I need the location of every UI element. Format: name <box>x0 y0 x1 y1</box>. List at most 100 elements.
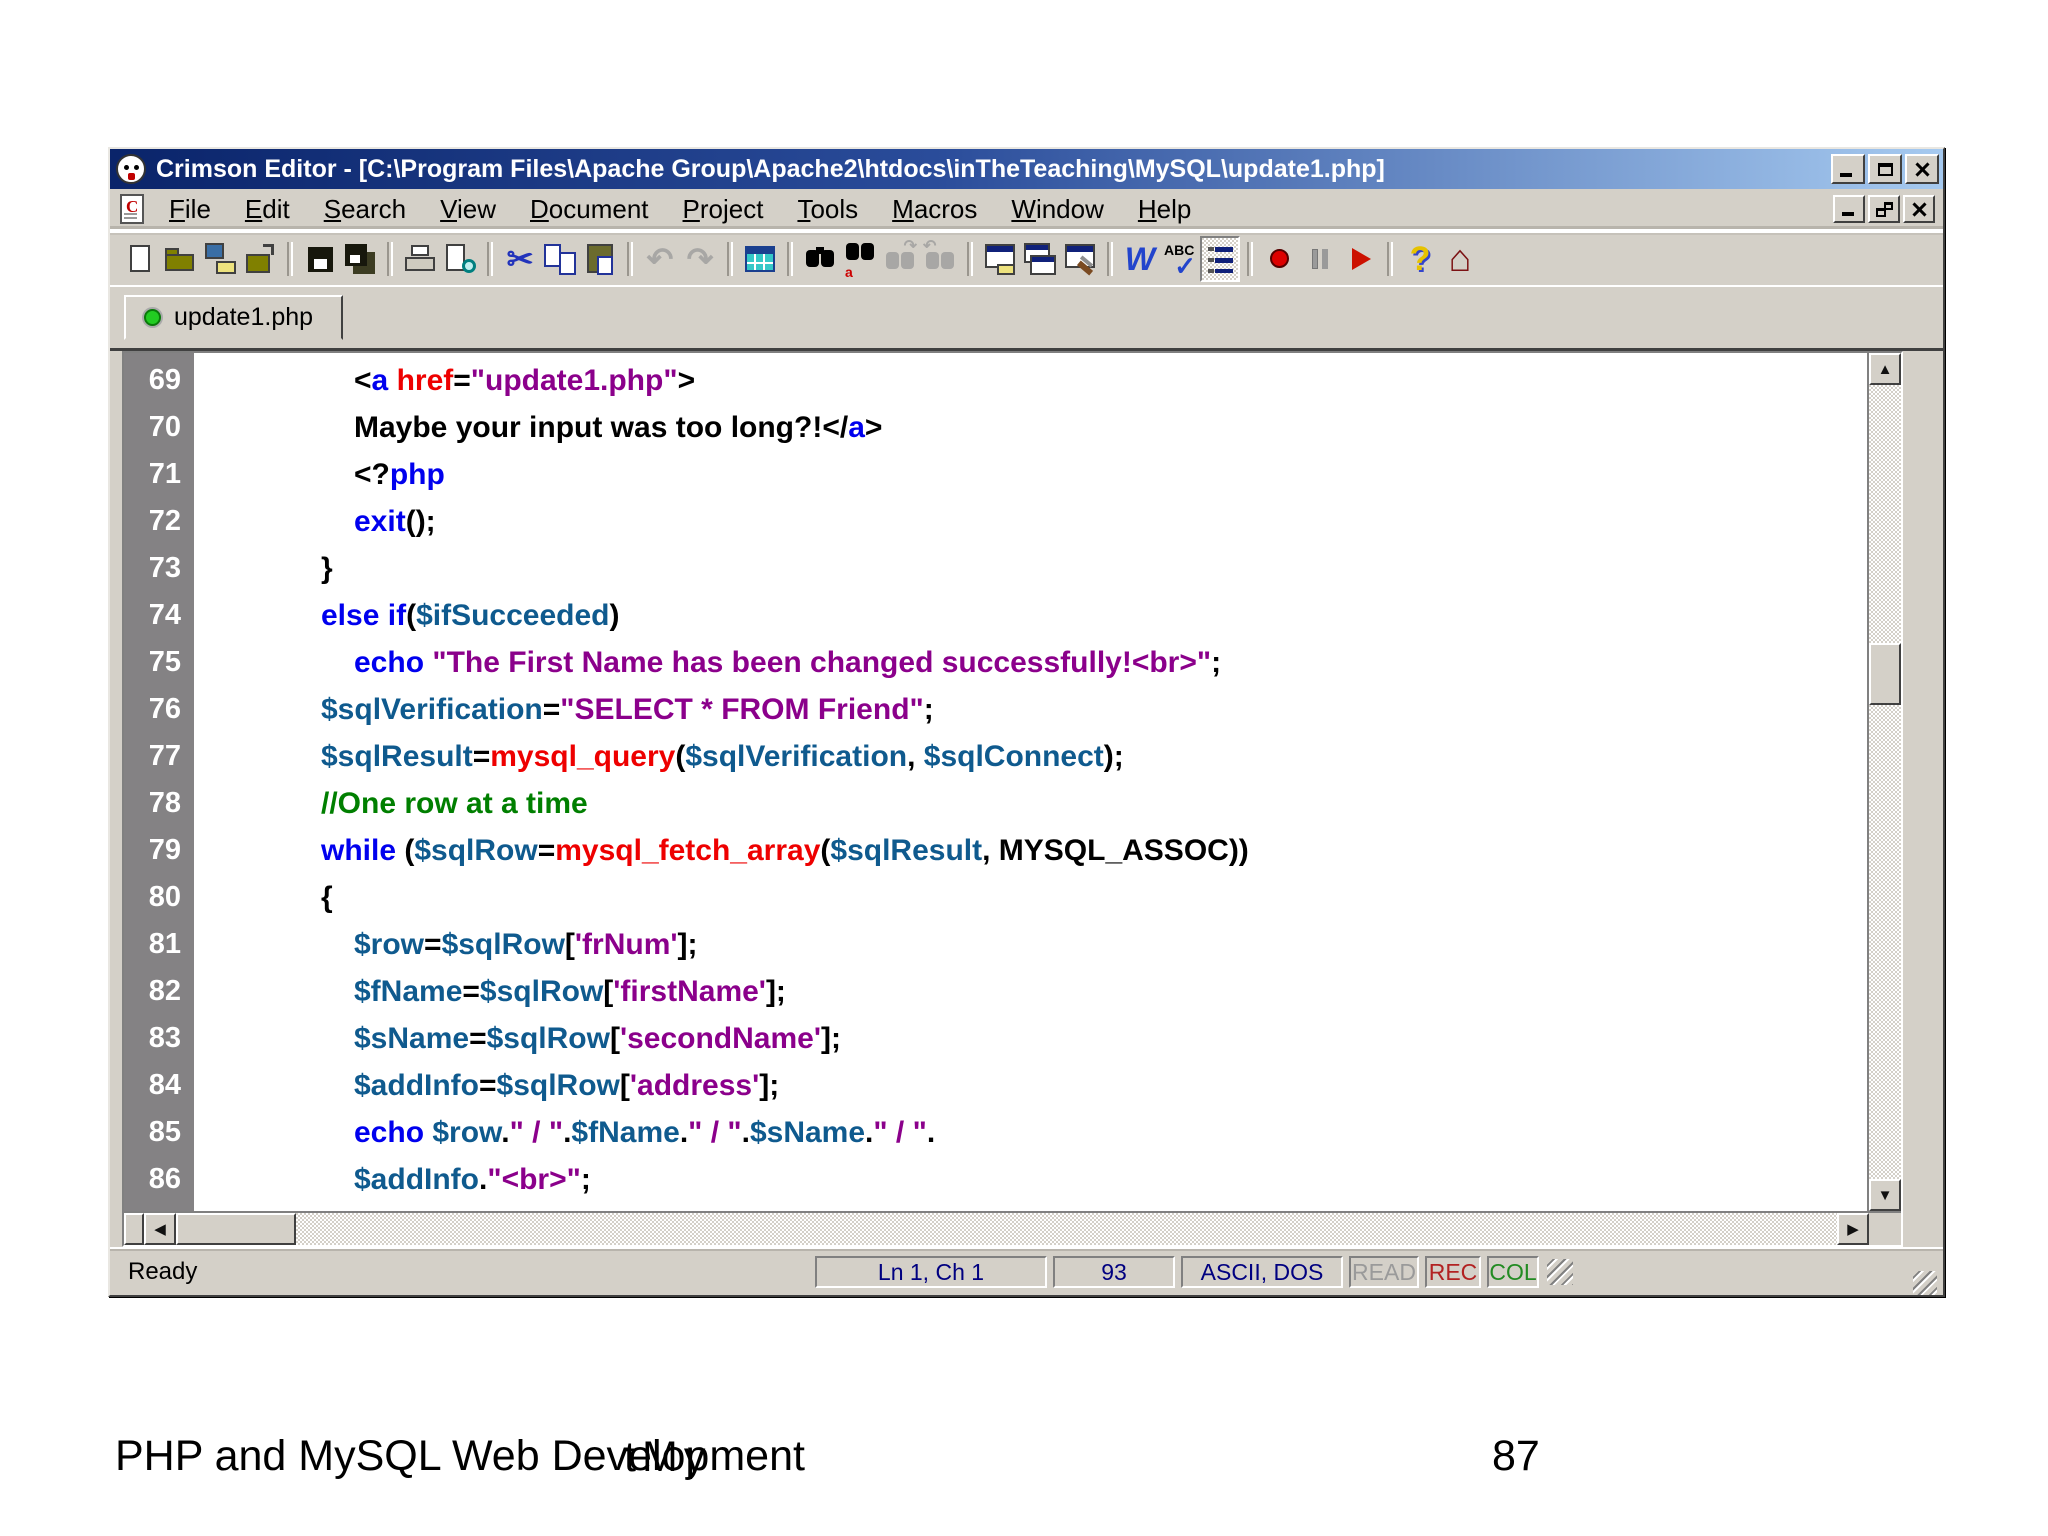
vertical-scroll-track[interactable] <box>1869 385 1901 1179</box>
code-line-74: 74 else if($ifSucceeded) <box>124 592 1867 639</box>
menu-window[interactable]: Window <box>994 192 1120 227</box>
code-text: else if($ifSucceeded) <box>194 599 619 633</box>
code-line-82: 82 $fName=$sqlRow['firstName']; <box>124 968 1867 1015</box>
status-bar: Ready Ln 1, Ch 1 93 ASCII, DOS READ REC COL <box>110 1247 1943 1295</box>
menu-edit[interactable]: Edit <box>228 192 307 227</box>
title-bar[interactable]: Crimson Editor - [C:\Program Files\Apach… <box>110 149 1943 189</box>
code-text: $addInfo=$sqlRow['address']; <box>194 1069 779 1103</box>
copy-button[interactable] <box>540 236 580 282</box>
code-text: $row=$sqlRow['frNum']; <box>194 928 698 962</box>
line-number: 86 <box>124 1163 194 1196</box>
line-number: 80 <box>124 881 194 914</box>
scroll-up-button[interactable]: ▲ <box>1869 353 1901 385</box>
menu-help[interactable]: Help <box>1121 192 1208 227</box>
minimize-button[interactable] <box>1831 154 1865 184</box>
line-number: 69 <box>124 364 194 397</box>
grid-button[interactable] <box>740 236 780 282</box>
scrollbar-corner <box>1869 1213 1901 1245</box>
minimize-icon <box>1840 173 1852 177</box>
find-prev-button[interactable] <box>920 236 960 282</box>
code-line-80: 80{ <box>124 874 1867 921</box>
tools-pane-button[interactable] <box>1060 236 1100 282</box>
toolbar-separator <box>1247 242 1253 276</box>
horizontal-scrollbar[interactable]: ◀ ▶ <box>124 1211 1901 1245</box>
line-numbers-button[interactable] <box>1200 236 1240 282</box>
splitter-box[interactable] <box>124 1213 144 1245</box>
modified-indicator-icon <box>144 309 161 326</box>
maximize-button[interactable] <box>1868 154 1902 184</box>
word-wrap-button[interactable]: W <box>1120 236 1160 282</box>
play-macro-button[interactable] <box>1340 236 1380 282</box>
record-macro-button[interactable] <box>1260 236 1300 282</box>
mdi-close-button[interactable] <box>1903 195 1935 223</box>
tab-update1-php[interactable]: update1.php <box>124 295 343 340</box>
code-text: <?php <box>194 458 445 492</box>
print-button[interactable] <box>400 236 440 282</box>
horizontal-scroll-thumb[interactable] <box>176 1213 296 1245</box>
resize-grip[interactable] <box>1547 1259 1573 1285</box>
corner-resize-grip[interactable] <box>1913 1271 1937 1295</box>
scroll-down-button[interactable]: ▼ <box>1869 1179 1901 1211</box>
toolbar-separator <box>627 242 633 276</box>
line-number: 85 <box>124 1116 194 1149</box>
mdi-restore-button[interactable] <box>1868 195 1900 223</box>
document-icon[interactable] <box>120 194 144 224</box>
maximize-icon <box>1878 163 1893 176</box>
status-panel-rec: REC <box>1425 1256 1481 1288</box>
horizontal-scroll-track[interactable] <box>296 1213 1837 1245</box>
help-button[interactable]: ? <box>1400 236 1440 282</box>
scroll-left-button[interactable]: ◀ <box>144 1213 176 1245</box>
print-icon <box>401 240 439 278</box>
line-number: 75 <box>124 646 194 679</box>
code-line-79: 79 while ($sqlRow=mysql_fetch_array($sqlR… <box>124 827 1867 874</box>
undo-icon: ↶ <box>641 240 679 278</box>
close-button[interactable] <box>1905 154 1939 184</box>
open-file-button[interactable] <box>160 236 200 282</box>
replace-button[interactable] <box>840 236 880 282</box>
line-number: 82 <box>124 975 194 1008</box>
paste-button[interactable] <box>580 236 620 282</box>
home-button[interactable]: ⌂ <box>1440 236 1480 282</box>
menu-project[interactable]: Project <box>666 192 781 227</box>
pause-macro-icon <box>1301 240 1339 278</box>
down-arrow-icon: ▼ <box>1878 1187 1893 1204</box>
vertical-scroll-thumb[interactable] <box>1869 643 1901 705</box>
line-number: 84 <box>124 1069 194 1102</box>
toolbar: ✂ ↶↷ W?⌂ <box>110 231 1943 285</box>
window-list-button[interactable] <box>1020 236 1060 282</box>
code-area[interactable]: 69 <a href="update1.php"> 70 Maybe your inp… <box>124 353 1867 1211</box>
undo-button[interactable]: ↶ <box>640 236 680 282</box>
toolbar-separator <box>967 242 973 276</box>
new-file-button[interactable] <box>120 236 160 282</box>
save-all-button[interactable] <box>340 236 380 282</box>
editor-area[interactable]: 69 <a href="update1.php"> 70 Maybe your inp… <box>122 351 1903 1247</box>
save-all-icon <box>341 240 379 278</box>
open-remote-button[interactable] <box>200 236 240 282</box>
menu-macros[interactable]: Macros <box>875 192 994 227</box>
vertical-scrollbar[interactable]: ▲ ▼ <box>1867 353 1901 1211</box>
open-file-icon <box>161 240 199 278</box>
scroll-right-button[interactable]: ▶ <box>1837 1213 1869 1245</box>
menu-document[interactable]: Document <box>513 192 666 227</box>
spell-check-button[interactable] <box>1160 236 1200 282</box>
redo-button[interactable]: ↷ <box>680 236 720 282</box>
close-folder-button[interactable] <box>240 236 280 282</box>
mdi-minimize-button[interactable] <box>1833 195 1865 223</box>
pause-macro-button[interactable] <box>1300 236 1340 282</box>
tab-bar: update1.php <box>110 285 1943 351</box>
menu-file[interactable]: File <box>152 192 228 227</box>
menu-tools[interactable]: Tools <box>780 192 875 227</box>
slide-footer: PHP and MySQL Web Dev tMy elopment <box>115 1432 805 1481</box>
print-preview-button[interactable] <box>440 236 480 282</box>
code-line-70: 70 Maybe your input was too long?!</a> <box>124 404 1867 451</box>
help-icon: ? <box>1401 240 1439 278</box>
find-next-button[interactable] <box>880 236 920 282</box>
save-icon <box>301 240 339 278</box>
cut-button[interactable]: ✂ <box>500 236 540 282</box>
find-button[interactable] <box>800 236 840 282</box>
menu-view[interactable]: View <box>423 192 513 227</box>
menu-search[interactable]: Search <box>307 192 423 227</box>
save-button[interactable] <box>300 236 340 282</box>
project-pane-button[interactable] <box>980 236 1020 282</box>
restore-icon <box>1876 202 1893 217</box>
